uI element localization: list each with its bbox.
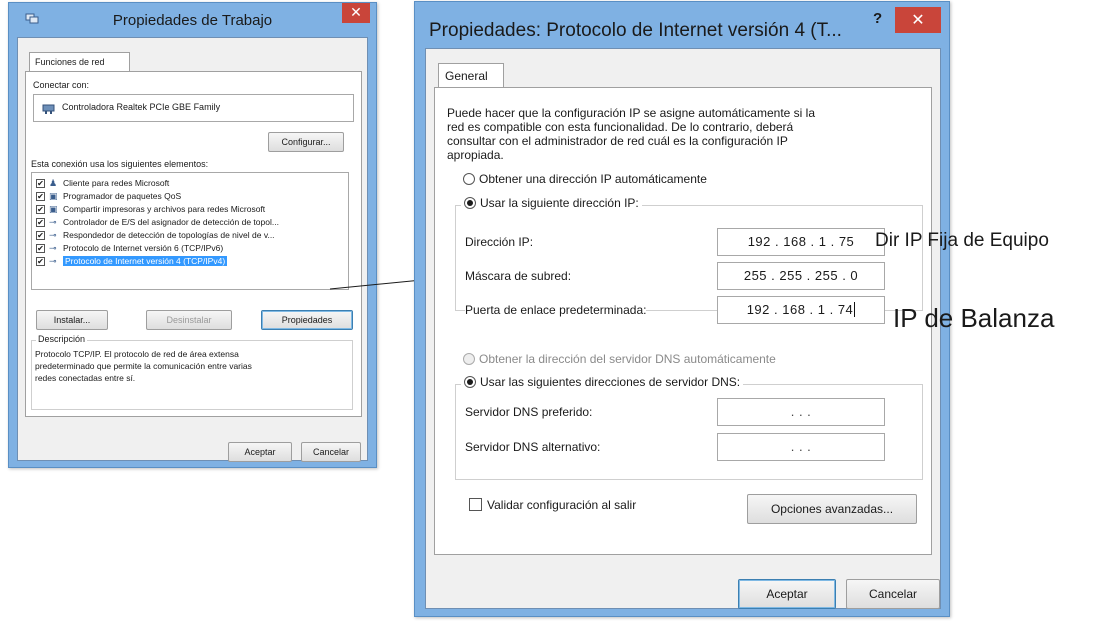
list-item[interactable]: ✔ ⊸ Protocolo de Internet versión 6 (TCP/I… (36, 242, 223, 255)
radio-auto-dns[interactable]: Obtener la dirección del servidor DNS au… (463, 352, 776, 366)
properties-button[interactable]: Propiedades (261, 310, 353, 330)
gateway-label: Puerta de enlace predeterminada: (465, 303, 647, 317)
description-label: Descripción (36, 334, 88, 344)
radio-manual-ip[interactable]: Usar la siguiente dirección IP: (461, 196, 642, 210)
ip-address-field[interactable]: 192 . 168 . 1 . 75 (717, 228, 885, 256)
radio-button[interactable] (463, 173, 475, 185)
list-item-selected[interactable]: ✔ ⊸ Protocolo de Internet versión 4 (TCP/I… (36, 255, 228, 268)
alternate-dns-field[interactable]: . . . (717, 433, 885, 461)
subnet-mask-value: 255 . 255 . 255 . 0 (743, 268, 859, 283)
list-item[interactable]: ✔ ▣ Compartir impresoras y archivos para r… (36, 203, 265, 216)
fixed-ip-annotation: Dir IP Fija de Equipo (875, 230, 1049, 251)
checkbox[interactable]: ✔ (36, 244, 45, 254)
checkbox[interactable]: ✔ (36, 205, 45, 215)
share-icon: ▣ (49, 204, 58, 214)
close-button[interactable]: ✕ (342, 3, 370, 23)
tab-general[interactable]: General (438, 63, 504, 88)
subnet-mask-field[interactable]: 255 . 255 . 255 . 0 (717, 262, 885, 290)
gateway-value: 192 . 168 . 1 . 74 (746, 302, 854, 317)
network-properties-window: Propiedades de Trabajo ✕ Funciones de re… (8, 2, 377, 468)
checkbox-label: Validar configuración al salir (487, 498, 637, 512)
connect-label: Conectar con: (33, 80, 90, 90)
close-button[interactable]: ✕ (895, 7, 941, 33)
item-label: Respondedor de detección de topologías d… (63, 230, 275, 240)
tab-panel: Conectar con: Controladora Realtek PCIe … (25, 71, 362, 417)
checkbox[interactable]: ✔ (36, 231, 45, 241)
radio-label: Obtener una dirección IP automáticamente (479, 172, 707, 186)
install-button[interactable]: Instalar... (36, 310, 108, 330)
intro-text: consultar con el administrador de red cu… (447, 134, 788, 148)
help-icon[interactable]: ? (873, 10, 882, 27)
radio-label: Obtener la dirección del servidor DNS au… (479, 352, 776, 366)
item-label: Cliente para redes Microsoft (63, 178, 170, 188)
adapter-name: Controladora Realtek PCIe GBE Family (62, 102, 221, 112)
configure-button[interactable]: Configurar... (268, 132, 344, 152)
ipv4-properties-window: Propiedades: Protocolo de Internet versi… (414, 1, 950, 617)
item-label: Programador de paquetes QoS (63, 191, 182, 201)
item-label: Controlador de E/S del asignador de dete… (63, 217, 279, 227)
window-title: Propiedades de Trabajo (112, 12, 273, 29)
checkbox[interactable]: ✔ (36, 218, 45, 228)
list-item[interactable]: ✔ ♟ Cliente para redes Microsoft (36, 177, 169, 190)
tab-networking[interactable]: Funciones de red (29, 52, 130, 72)
radio-button[interactable] (463, 353, 475, 365)
preferred-dns-field[interactable]: . . . (717, 398, 885, 426)
item-label: Protocolo de Internet versión 6 (TCP/IPv… (63, 243, 224, 253)
checkbox[interactable]: ✔ (36, 179, 45, 189)
window-title: Propiedades: Protocolo de Internet versi… (429, 20, 842, 41)
title-bar[interactable]: Propiedades de Trabajo ✕ (9, 3, 376, 37)
description-text: redes conectadas entre sí. (35, 373, 136, 383)
adapter-icon (42, 104, 55, 114)
protocol-icon: ⊸ (49, 217, 57, 227)
radio-button[interactable] (464, 197, 476, 209)
alternate-dns-label: Servidor DNS alternativo: (465, 440, 601, 454)
ok-button[interactable]: Aceptar (228, 442, 292, 462)
checkbox[interactable]: ✔ (36, 257, 45, 267)
gateway-field[interactable]: 192 . 168 . 1 . 74 (717, 296, 885, 324)
scale-ip-annotation: IP de Balanza (893, 303, 1055, 333)
list-item[interactable]: ✔ ⊸ Respondedor de detección de topologías… (36, 229, 275, 242)
item-label: Protocolo de Internet versión 4 (TCP/IPv… (63, 256, 228, 266)
description-text: predeterminado que permite la comunicaci… (35, 361, 252, 371)
list-item[interactable]: ✔ ⊸ Controlador de E/S del asignador de de… (36, 216, 279, 229)
checkbox[interactable] (469, 498, 482, 511)
description-text: Protocolo TCP/IP. El protocolo de red de… (35, 349, 239, 359)
radio-auto-ip[interactable]: Obtener una dirección IP automáticamente (463, 172, 707, 186)
components-list[interactable]: ✔ ♟ Cliente para redes Microsoft ✔ ▣ Program… (31, 172, 349, 290)
text-cursor (854, 302, 856, 317)
protocol-icon: ⊸ (49, 256, 57, 266)
uninstall-button[interactable]: Desinstalar (146, 310, 232, 330)
preferred-dns-label: Servidor DNS preferido: (465, 405, 593, 419)
intro-text: Puede hacer que la configuración IP se a… (447, 106, 816, 120)
adapter-box: Controladora Realtek PCIe GBE Family (33, 94, 354, 122)
tab-panel: Puede hacer que la configuración IP se a… (434, 87, 932, 555)
ok-button[interactable]: Aceptar (738, 579, 836, 609)
client-icon: ♟ (49, 178, 58, 188)
validate-on-exit-checkbox[interactable]: Validar configuración al salir (469, 498, 636, 512)
intro-text: red es compatible con esta funcionalidad… (447, 120, 794, 134)
ip-address-value: 192 . 168 . 1 . 75 (747, 234, 855, 249)
dialog-body: Funciones de red Conectar con: Controlad… (17, 37, 368, 462)
subnet-mask-label: Máscara de subred: (465, 269, 572, 283)
protocol-icon: ⊸ (49, 243, 57, 253)
qos-icon: ▣ (49, 191, 58, 201)
list-item[interactable]: ✔ ▣ Programador de paquetes QoS (36, 190, 181, 203)
protocol-icon: ⊸ (49, 230, 57, 240)
advanced-options-button[interactable]: Opciones avanzadas... (747, 494, 917, 524)
items-label: Esta conexión usa los siguientes element… (31, 159, 209, 169)
radio-label: Usar la siguiente dirección IP: (480, 196, 639, 210)
radio-manual-dns[interactable]: Usar las siguientes direcciones de servi… (461, 375, 744, 389)
cancel-button[interactable]: Cancelar (846, 579, 940, 609)
item-label: Compartir impresoras y archivos para red… (63, 204, 266, 214)
ip-address-label: Dirección IP: (465, 235, 534, 249)
intro-text: apropiada. (447, 148, 504, 162)
dialog-body: General Puede hacer que la configuración… (425, 48, 941, 609)
radio-label: Usar las siguientes direcciones de servi… (480, 375, 741, 389)
checkbox[interactable]: ✔ (36, 192, 45, 202)
radio-button[interactable] (464, 376, 476, 388)
cancel-button[interactable]: Cancelar (301, 442, 361, 462)
